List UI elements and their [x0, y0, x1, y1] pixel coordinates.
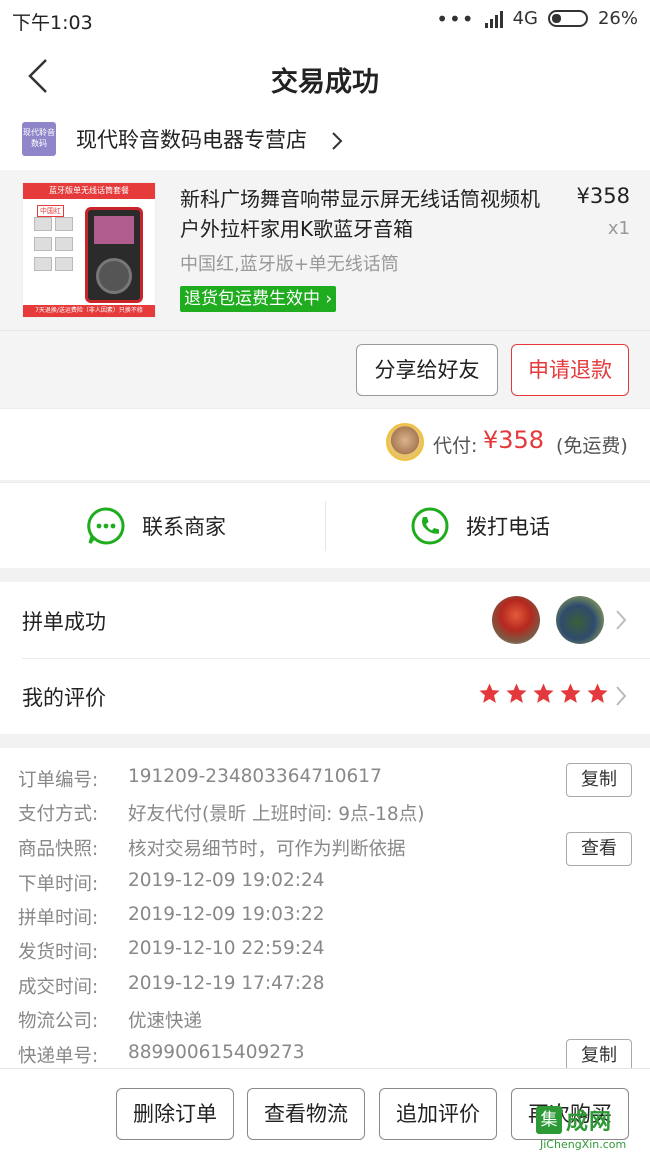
navbar: 交易成功	[0, 40, 650, 112]
detail-row: 商品快照: 核对交易细节时，可作为判断依据 查看	[0, 832, 650, 867]
copy-order-number-button[interactable]: 复制	[566, 763, 632, 797]
star-icon	[587, 683, 608, 703]
watermark-name: 成网	[566, 1110, 613, 1135]
detail-row: 订单编号: 191209-234803364710617 复制	[0, 763, 650, 798]
watermark-url: JiChengXin.com	[540, 1138, 627, 1151]
tracking-number: 889900615409273	[128, 1042, 305, 1063]
shop-logo: 现代聆音数码	[22, 122, 56, 156]
battery-level: 26%	[597, 8, 638, 29]
payment-note: (免运费)	[556, 435, 628, 457]
detail-key: 快递单号:	[18, 1046, 99, 1067]
return-badge-label: 退货包运费生效中	[184, 289, 320, 309]
star-icon	[506, 683, 527, 703]
speaker-graphic	[85, 207, 143, 303]
payment-summary: 代付: ¥358 (免运费)	[0, 408, 650, 480]
return-shipping-badge[interactable]: 退货包运费生效中 ›	[180, 286, 337, 312]
network-label: 4G	[512, 8, 538, 29]
payment-label: 代付:	[433, 435, 478, 457]
detail-key: 物流公司:	[18, 1011, 99, 1032]
status-time: 下午1:03	[12, 12, 93, 34]
detail-row: 支付方式: 好友代付(景昕 上班时间: 9点-18点)	[0, 800, 650, 832]
detail-key: 订单编号:	[18, 770, 99, 791]
product-quantity: x1	[607, 218, 630, 239]
site-watermark: 集 成网 JiChengXin.com	[528, 1102, 650, 1155]
contact-merchant-button[interactable]: 联系商家	[86, 503, 226, 549]
status-icons: ••• 4G 26%	[436, 8, 638, 29]
group-member-avatar	[556, 596, 604, 644]
my-review-label: 我的评价	[22, 686, 106, 710]
star-icon	[560, 683, 581, 703]
detail-key: 拼单时间:	[18, 908, 99, 929]
group-success-label: 拼单成功	[22, 610, 106, 634]
battery-icon	[547, 10, 588, 27]
detail-key: 发货时间:	[18, 942, 99, 963]
chevron-right-icon	[616, 686, 627, 706]
payment-amount: ¥358	[483, 426, 545, 454]
product-image-banner: 蓝牙版单无线话筒套餐	[23, 183, 155, 199]
chevron-right-icon	[332, 132, 343, 150]
payment-method: 好友代付(景昕 上班时间: 9点-18点)	[128, 804, 425, 825]
star-icon	[479, 683, 500, 703]
detail-key: 支付方式:	[18, 804, 99, 825]
order-details: 订单编号: 191209-234803364710617 复制 支付方式: 好友…	[0, 748, 650, 1073]
watermark-logo: 集	[536, 1106, 562, 1134]
product-price: ¥358	[576, 184, 630, 208]
phone-icon	[411, 507, 449, 545]
divider	[325, 501, 326, 551]
group-time: 2019-12-09 19:03:22	[128, 904, 325, 925]
review-stars	[478, 682, 609, 705]
contact-row: 联系商家 拨打电话	[0, 482, 650, 568]
group-review-section: 拼单成功 我的评价	[0, 582, 650, 734]
product-title[interactable]: 新科广场舞音响带显示屏无线话筒视频机户外拉杆家用K歌蓝牙音箱	[180, 184, 550, 244]
accessory-thumbnails	[31, 211, 77, 293]
detail-row: 物流公司: 优速快递	[0, 1007, 650, 1039]
more-dots-icon: •••	[436, 6, 475, 31]
chat-icon	[87, 507, 125, 545]
my-review-row[interactable]: 我的评价	[0, 658, 650, 734]
product-spec: 中国红,蓝牙版+单无线话筒	[180, 254, 399, 275]
product-card[interactable]: 蓝牙版单无线话筒套餐 中国红 7天退换/送运费险（非人因素）只换不修 新科广场舞…	[0, 170, 650, 330]
call-phone-label: 拨打电话	[466, 515, 550, 539]
product-image-footer: 7天退换/送运费险（非人因素）只换不修	[23, 305, 155, 317]
detail-row: 发货时间: 2019-12-10 22:59:24	[0, 938, 650, 970]
ship-time: 2019-12-10 22:59:24	[128, 938, 325, 959]
detail-row: 拼单时间: 2019-12-09 19:03:22	[0, 904, 650, 936]
payer-avatar	[386, 423, 424, 461]
order-number: 191209-234803364710617	[128, 766, 382, 787]
deal-time: 2019-12-19 17:47:28	[128, 973, 325, 994]
group-member-avatar	[492, 596, 540, 644]
chevron-right-icon	[616, 610, 627, 630]
detail-key: 商品快照:	[18, 839, 99, 860]
detail-row: 下单时间: 2019-12-09 19:02:24	[0, 870, 650, 902]
signal-icon	[484, 10, 503, 28]
star-icon	[533, 683, 554, 703]
share-button[interactable]: 分享给好友	[356, 344, 498, 396]
view-logistics-button[interactable]: 查看物流	[247, 1088, 365, 1140]
product-image[interactable]: 蓝牙版单无线话筒套餐 中国红 7天退换/送运费险（非人因素）只换不修	[22, 182, 156, 318]
group-success-row[interactable]: 拼单成功	[0, 582, 650, 659]
detail-key: 下单时间:	[18, 874, 99, 895]
page-title: 交易成功	[271, 67, 379, 98]
shop-name[interactable]: 现代聆音数码电器专营店	[76, 124, 307, 154]
view-snapshot-button[interactable]: 查看	[566, 832, 632, 866]
order-action-row: 分享给好友 申请退款	[0, 330, 650, 408]
order-time: 2019-12-09 19:02:24	[128, 870, 325, 891]
shop-row[interactable]: 现代聆音数码 现代聆音数码电器专营店	[0, 112, 650, 170]
call-phone-button[interactable]: 拨打电话	[410, 503, 550, 549]
refund-button[interactable]: 申请退款	[511, 344, 629, 396]
contact-merchant-label: 联系商家	[142, 515, 226, 539]
status-bar: 下午1:03 ••• 4G 26%	[0, 0, 650, 40]
add-review-button[interactable]: 追加评价	[379, 1088, 497, 1140]
logistics-company: 优速快递	[128, 1011, 203, 1032]
snapshot-hint: 核对交易细节时，可作为判断依据	[128, 839, 406, 860]
detail-key: 成交时间:	[18, 977, 99, 998]
delete-order-button[interactable]: 删除订单	[116, 1088, 234, 1140]
detail-row: 成交时间: 2019-12-19 17:47:28	[0, 973, 650, 1005]
